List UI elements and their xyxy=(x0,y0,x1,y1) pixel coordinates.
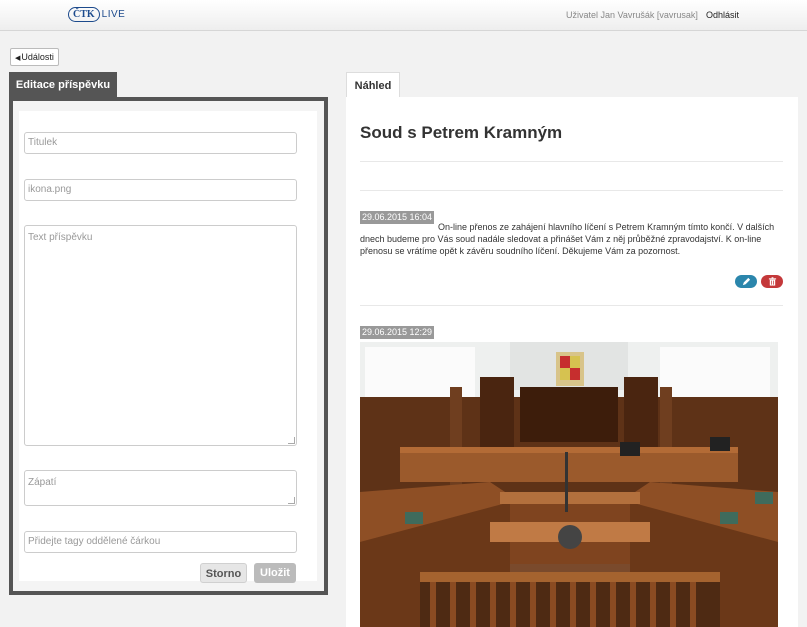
trash-icon xyxy=(768,277,776,286)
post-body: On-line přenos ze zahájení hlavního líče… xyxy=(360,222,775,256)
event-title: Soud s Petrem Kramným xyxy=(360,123,563,142)
divider xyxy=(360,305,783,306)
text-placeholder: Text příspěvku xyxy=(28,232,93,243)
caret-left-icon: ◀ xyxy=(15,55,21,62)
title-input[interactable]: Titulek xyxy=(24,132,297,154)
cancel-button[interactable]: Storno xyxy=(200,563,247,583)
icon-input[interactable]: ikona.png xyxy=(24,179,297,201)
edit-post-button[interactable] xyxy=(735,275,757,288)
logo-ctk: ČTK xyxy=(68,7,100,22)
post-text: On-line přenos ze zahájení hlavního líče… xyxy=(360,221,786,257)
delete-post-button[interactable] xyxy=(761,275,783,288)
resize-handle-icon[interactable] xyxy=(288,497,295,504)
tab-edit-post[interactable]: Editace příspěvku xyxy=(9,72,117,98)
logout-link[interactable]: Odhlásit xyxy=(706,10,739,20)
preview-panel: Soud s Petrem Kramným 29.06.2015 16:04 O… xyxy=(346,97,798,627)
pencil-icon xyxy=(742,277,750,286)
logo-live: LIVE xyxy=(101,9,126,20)
tab-preview[interactable]: Náhled xyxy=(346,72,400,99)
user-info: Uživatel Jan Vavrušák [vavrusak] xyxy=(566,10,698,20)
tags-input[interactable]: Přidejte tagy oddělené čárkou xyxy=(24,531,297,553)
footer-placeholder: Zápatí xyxy=(28,477,57,488)
divider xyxy=(360,161,783,162)
resize-handle-icon[interactable] xyxy=(288,437,295,444)
post-timestamp: 29.06.2015 12:29 xyxy=(360,326,435,339)
text-textarea[interactable]: Text příspěvku xyxy=(24,225,297,446)
save-button[interactable]: Uložit xyxy=(254,563,296,583)
courtroom-photo xyxy=(360,342,778,627)
edit-panel: Titulek ikona.png Text příspěvku Zápatí … xyxy=(9,97,328,595)
divider xyxy=(360,190,783,191)
top-bar: ČTK LIVE Uživatel Jan Vavrušák [vavrusak… xyxy=(0,0,807,31)
footer-textarea[interactable]: Zápatí xyxy=(24,470,297,506)
back-button-label: Události xyxy=(21,52,54,62)
ctk-live-logo[interactable]: ČTK LIVE xyxy=(68,6,125,23)
courtroom-image xyxy=(360,342,778,627)
back-to-events-button[interactable]: ◀Události xyxy=(10,48,59,66)
edit-form: Titulek ikona.png Text příspěvku Zápatí … xyxy=(19,111,317,583)
